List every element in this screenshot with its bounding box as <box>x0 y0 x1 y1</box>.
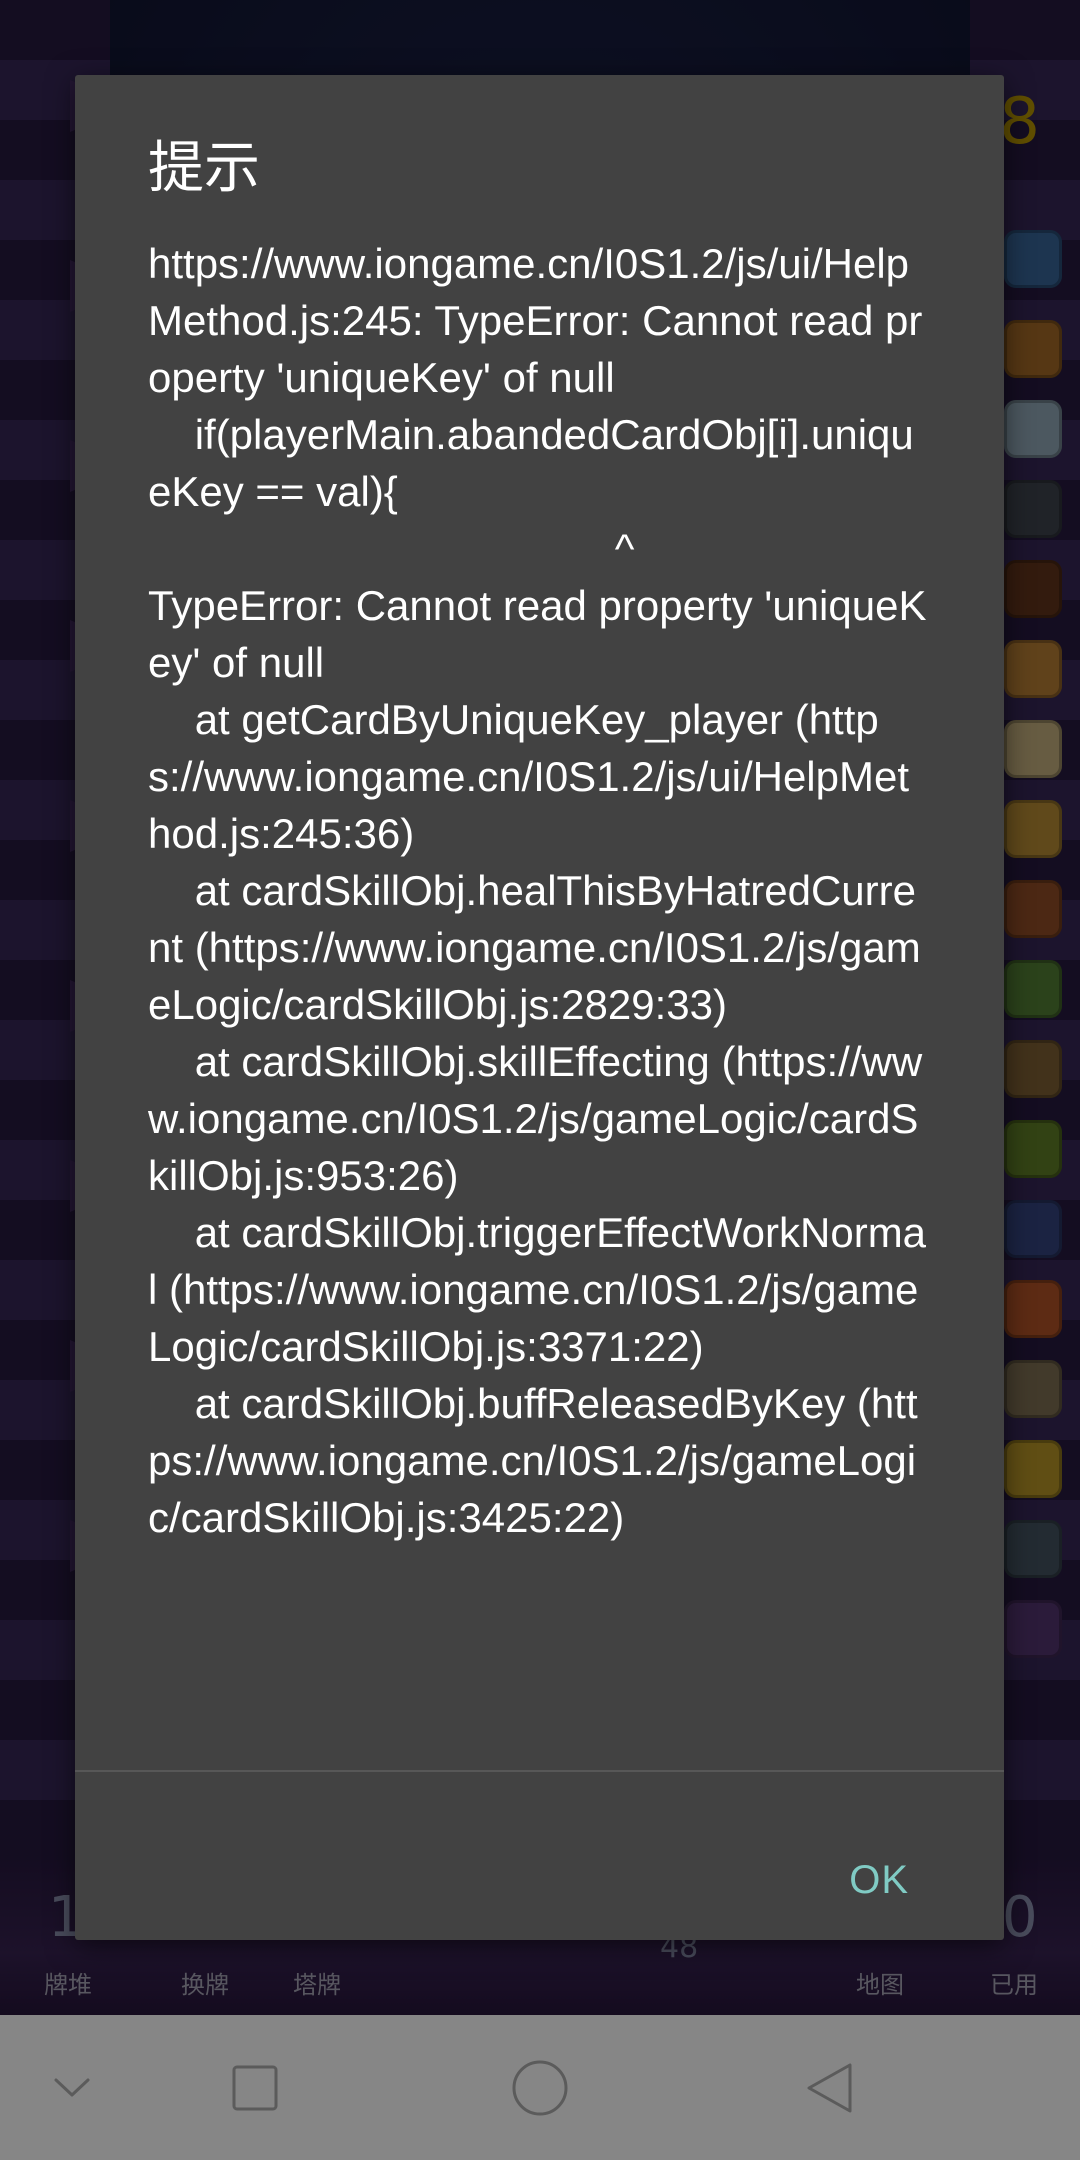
navigation-bar <box>0 2015 1080 2160</box>
chevron-down-icon <box>52 2076 92 2104</box>
dialog-message-scroll[interactable]: https://www.iongame.cn/I0S1.2/js/ui/Help… <box>75 235 1004 1845</box>
back-button[interactable] <box>774 2035 884 2145</box>
recents-button[interactable] <box>200 2035 310 2145</box>
dialog-message: https://www.iongame.cn/I0S1.2/js/ui/Help… <box>148 240 927 1541</box>
dialog-divider <box>75 1770 1004 1772</box>
triangle-back-icon <box>802 2060 856 2120</box>
circle-icon <box>510 2058 570 2122</box>
square-icon <box>231 2064 279 2116</box>
ok-button[interactable]: OK <box>839 1850 919 1911</box>
home-button[interactable] <box>485 2035 595 2145</box>
hide-keyboard-button[interactable] <box>17 2035 127 2145</box>
alert-dialog: 提示 https://www.iongame.cn/I0S1.2/js/ui/H… <box>75 75 1004 1940</box>
screen: 8 1 48 0 牌堆 换牌 塔牌 地图 已用 提示 https://www.i… <box>0 0 1080 2160</box>
dialog-title: 提示 <box>148 136 260 201</box>
